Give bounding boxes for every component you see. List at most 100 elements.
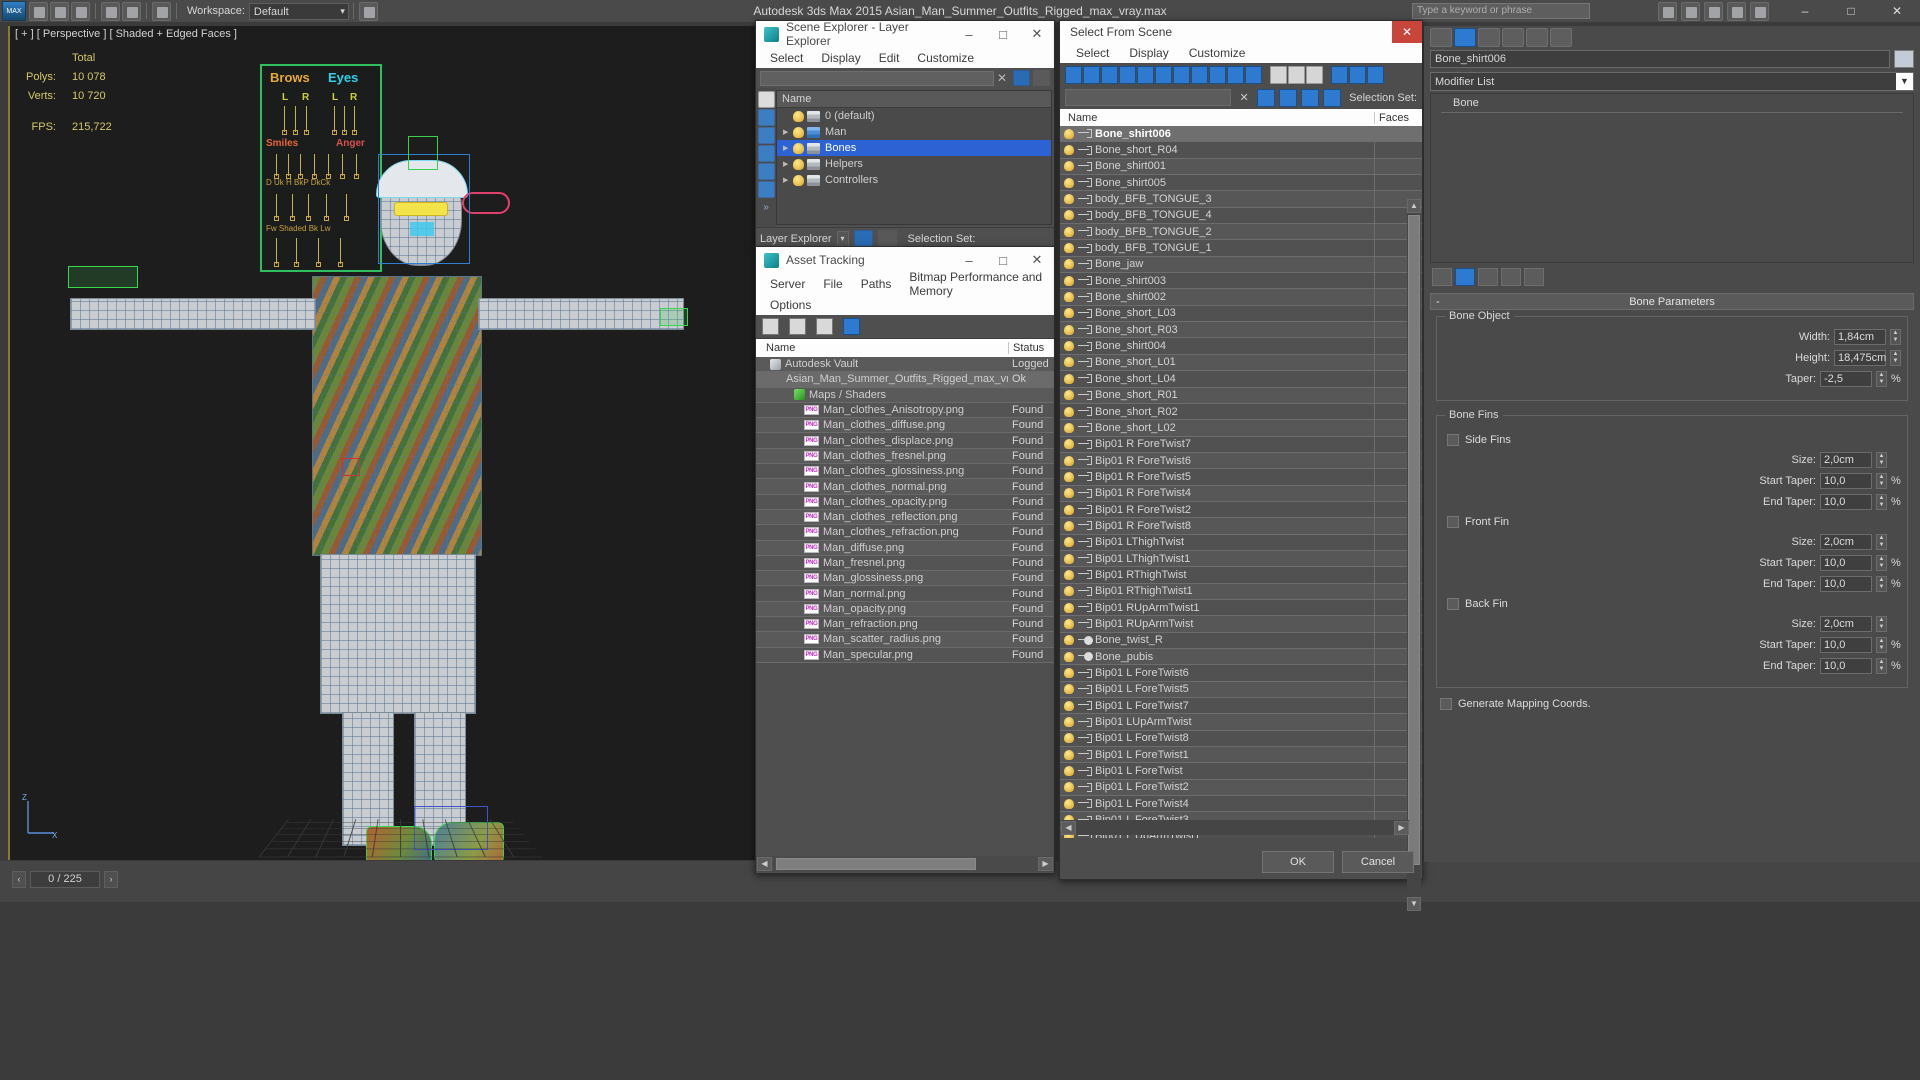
command-panel[interactable]: Bone_shirt006 Modifier List ▼ Bone - Bon… — [1424, 26, 1920, 862]
layer-settings-icon[interactable] — [1033, 70, 1050, 86]
scene-object-row[interactable]: Bone_shirt004 — [1060, 338, 1422, 355]
scene-object-row[interactable]: Bip01 L ForeTwist4 — [1060, 796, 1422, 813]
sfs-menu-display[interactable]: Display — [1129, 46, 1168, 60]
scene-object-row[interactable]: Bip01 L ForeTwist7 — [1060, 698, 1422, 715]
find-input[interactable] — [1065, 89, 1232, 106]
light-bulb-icon[interactable] — [1064, 651, 1074, 662]
sfs-menu-customize[interactable]: Customize — [1189, 46, 1246, 60]
light-bulb-icon[interactable] — [1064, 259, 1074, 270]
fin-field-value[interactable]: 2,0cm — [1820, 534, 1872, 550]
fin-checkbox-row[interactable]: Side Fins — [1447, 434, 1901, 446]
asset-list[interactable]: Autodesk Vault Logged Asian_Man_Summer_Out… — [756, 357, 1054, 897]
display-hidden-icon[interactable] — [1245, 65, 1262, 84]
frame-counter[interactable]: 0 / 225 — [30, 871, 100, 888]
sfs-object-list[interactable]: Bone_shirt006 Bone_short_R04 Bone_shirt001… — [1060, 126, 1422, 838]
stack-item-bone[interactable]: Bone — [1431, 94, 1913, 112]
scene-object-row[interactable]: Bip01 RThighTwist1 — [1060, 583, 1422, 600]
light-bulb-icon[interactable] — [1064, 210, 1074, 221]
display-groups-icon[interactable] — [1173, 65, 1190, 84]
light-bulb-icon[interactable] — [1064, 733, 1074, 744]
layer-mode-icon[interactable] — [853, 229, 873, 248]
configure-sets-icon[interactable] — [1524, 268, 1544, 286]
maximize-button[interactable]: □ — [1828, 0, 1874, 22]
fin-field-value[interactable]: 10,0 — [1820, 555, 1872, 571]
width-value[interactable]: 1,84cm — [1834, 329, 1886, 345]
cameras-filter-icon[interactable] — [757, 145, 775, 162]
asset-row[interactable]: PNG Man_clothes_displace.png Found — [756, 433, 1054, 449]
fin-field-spinner[interactable]: ▲ ▼ — [1876, 452, 1887, 468]
viewport-label[interactable]: [ + ] [ Perspective ] [ Shaded + Edged F… — [15, 28, 237, 40]
layer-explorer-minimize-button[interactable]: – — [952, 21, 986, 47]
light-bulb-icon[interactable] — [1064, 439, 1074, 450]
asset-row[interactable]: PNG Man_glossiness.png Found — [756, 571, 1054, 587]
sort-icon[interactable] — [1349, 65, 1366, 84]
layer-row[interactable]: ▶ Helpers — [777, 156, 1051, 172]
light-bulb-icon[interactable] — [1064, 194, 1074, 205]
light-bulb-icon[interactable] — [1064, 390, 1074, 401]
asset-row[interactable]: Autodesk Vault Logged — [756, 357, 1054, 373]
scene-object-row[interactable]: Bip01 LThighTwist — [1060, 534, 1422, 551]
light-bulb-icon[interactable] — [1064, 602, 1074, 613]
next-frame-button[interactable]: › — [104, 871, 118, 888]
light-bulb-icon[interactable] — [1064, 373, 1074, 384]
scene-object-row[interactable]: Bip01 L ForeTwist8 — [1060, 730, 1422, 748]
light-bulb-icon[interactable] — [1064, 243, 1074, 254]
fin-checkbox-row[interactable]: Back Fin — [1447, 598, 1901, 610]
scroll-down-icon[interactable]: ▼ — [1407, 897, 1421, 911]
light-bulb-icon[interactable] — [1064, 177, 1074, 188]
scene-object-row[interactable]: Bip01 R ForeTwist2 — [1060, 501, 1422, 519]
layer-search-input[interactable] — [760, 70, 994, 86]
menu-select[interactable]: Select — [770, 51, 803, 65]
light-bulb-icon[interactable] — [1064, 537, 1074, 548]
fin-field-value[interactable]: 10,0 — [1820, 637, 1872, 653]
find-filter-icon[interactable] — [1257, 88, 1276, 107]
rollup-collapse-icon[interactable]: - — [1436, 294, 1440, 310]
search-input[interactable]: Type a keyword or phrase — [1412, 3, 1590, 19]
column-preset-2-icon[interactable] — [1288, 65, 1305, 84]
fin-field-value[interactable]: 2,0cm — [1820, 616, 1872, 632]
select-from-scene-close-button[interactable]: ✕ — [1392, 21, 1422, 43]
expand-arrow-icon[interactable]: ▶ — [783, 160, 793, 168]
scene-object-row[interactable]: Bip01 R ForeTwist5 — [1060, 469, 1422, 486]
light-bulb-icon[interactable] — [1064, 668, 1074, 679]
geometry-filter-icon[interactable] — [757, 91, 775, 108]
asset-row[interactable]: PNG Man_diffuse.png Found — [756, 540, 1054, 556]
modifier-list-dropdown[interactable]: Modifier List ▼ — [1430, 72, 1914, 91]
selection-set-icon[interactable] — [1323, 88, 1342, 107]
select-from-scene-titlebar[interactable]: Select From Scene ✕ — [1060, 21, 1422, 43]
scene-object-row[interactable]: Bone_short_L01 — [1060, 354, 1422, 372]
tab-motion[interactable] — [1502, 27, 1524, 47]
fin-field-value[interactable]: 2,0cm — [1820, 452, 1872, 468]
fin-checkbox[interactable] — [1447, 434, 1459, 446]
light-bulb-icon[interactable] — [1064, 569, 1074, 580]
exchange-icon[interactable] — [1704, 2, 1723, 21]
light-bulb-icon[interactable] — [1064, 128, 1074, 139]
menu-edit[interactable]: Edit — [879, 51, 900, 65]
3dsmax-logo-icon[interactable]: MAX — [2, 1, 26, 21]
menu-server[interactable]: Server — [770, 277, 805, 291]
info-icon[interactable] — [1750, 2, 1769, 21]
expand-arrow-icon[interactable]: ▶ — [783, 176, 793, 184]
light-bulb-icon[interactable] — [793, 174, 804, 186]
object-name-input[interactable]: Bone_shirt006 — [1430, 50, 1890, 68]
light-bulb-icon[interactable] — [1064, 455, 1074, 466]
asset-row[interactable]: PNG Man_normal.png Found — [756, 586, 1054, 602]
autodesk-360-icon[interactable] — [1681, 2, 1700, 21]
spacewarps-filter-icon[interactable] — [757, 181, 775, 198]
scene-object-row[interactable]: body_BFB_TONGUE_2 — [1060, 224, 1422, 241]
scene-object-row[interactable]: Bip01 RThighTwist — [1060, 567, 1422, 584]
tab-hierarchy[interactable] — [1478, 27, 1500, 47]
scene-object-row[interactable]: Bip01 R ForeTwist6 — [1060, 452, 1422, 470]
light-bulb-icon[interactable] — [1064, 635, 1074, 646]
menu-options[interactable]: Options — [770, 298, 811, 312]
scene-object-row[interactable]: Bip01 L ForeTwist — [1060, 763, 1422, 780]
light-bulb-icon[interactable] — [1064, 684, 1074, 695]
clear-find-icon[interactable]: ✕ — [1235, 88, 1254, 107]
scene-object-row[interactable]: Bip01 L ForeTwist5 — [1060, 681, 1422, 699]
asset-row[interactable]: PNG Man_clothes_normal.png Found — [756, 479, 1054, 495]
scene-object-row[interactable]: Bip01 R ForeTwist8 — [1060, 518, 1422, 535]
scene-object-row[interactable]: Bip01 RUpArmTwist — [1060, 616, 1422, 633]
fin-field-spinner[interactable]: ▲ ▼ — [1876, 616, 1887, 632]
scene-object-row[interactable]: Bip01 RUpArmTwist1 — [1060, 599, 1422, 617]
prev-frame-button[interactable]: ‹ — [12, 871, 26, 888]
